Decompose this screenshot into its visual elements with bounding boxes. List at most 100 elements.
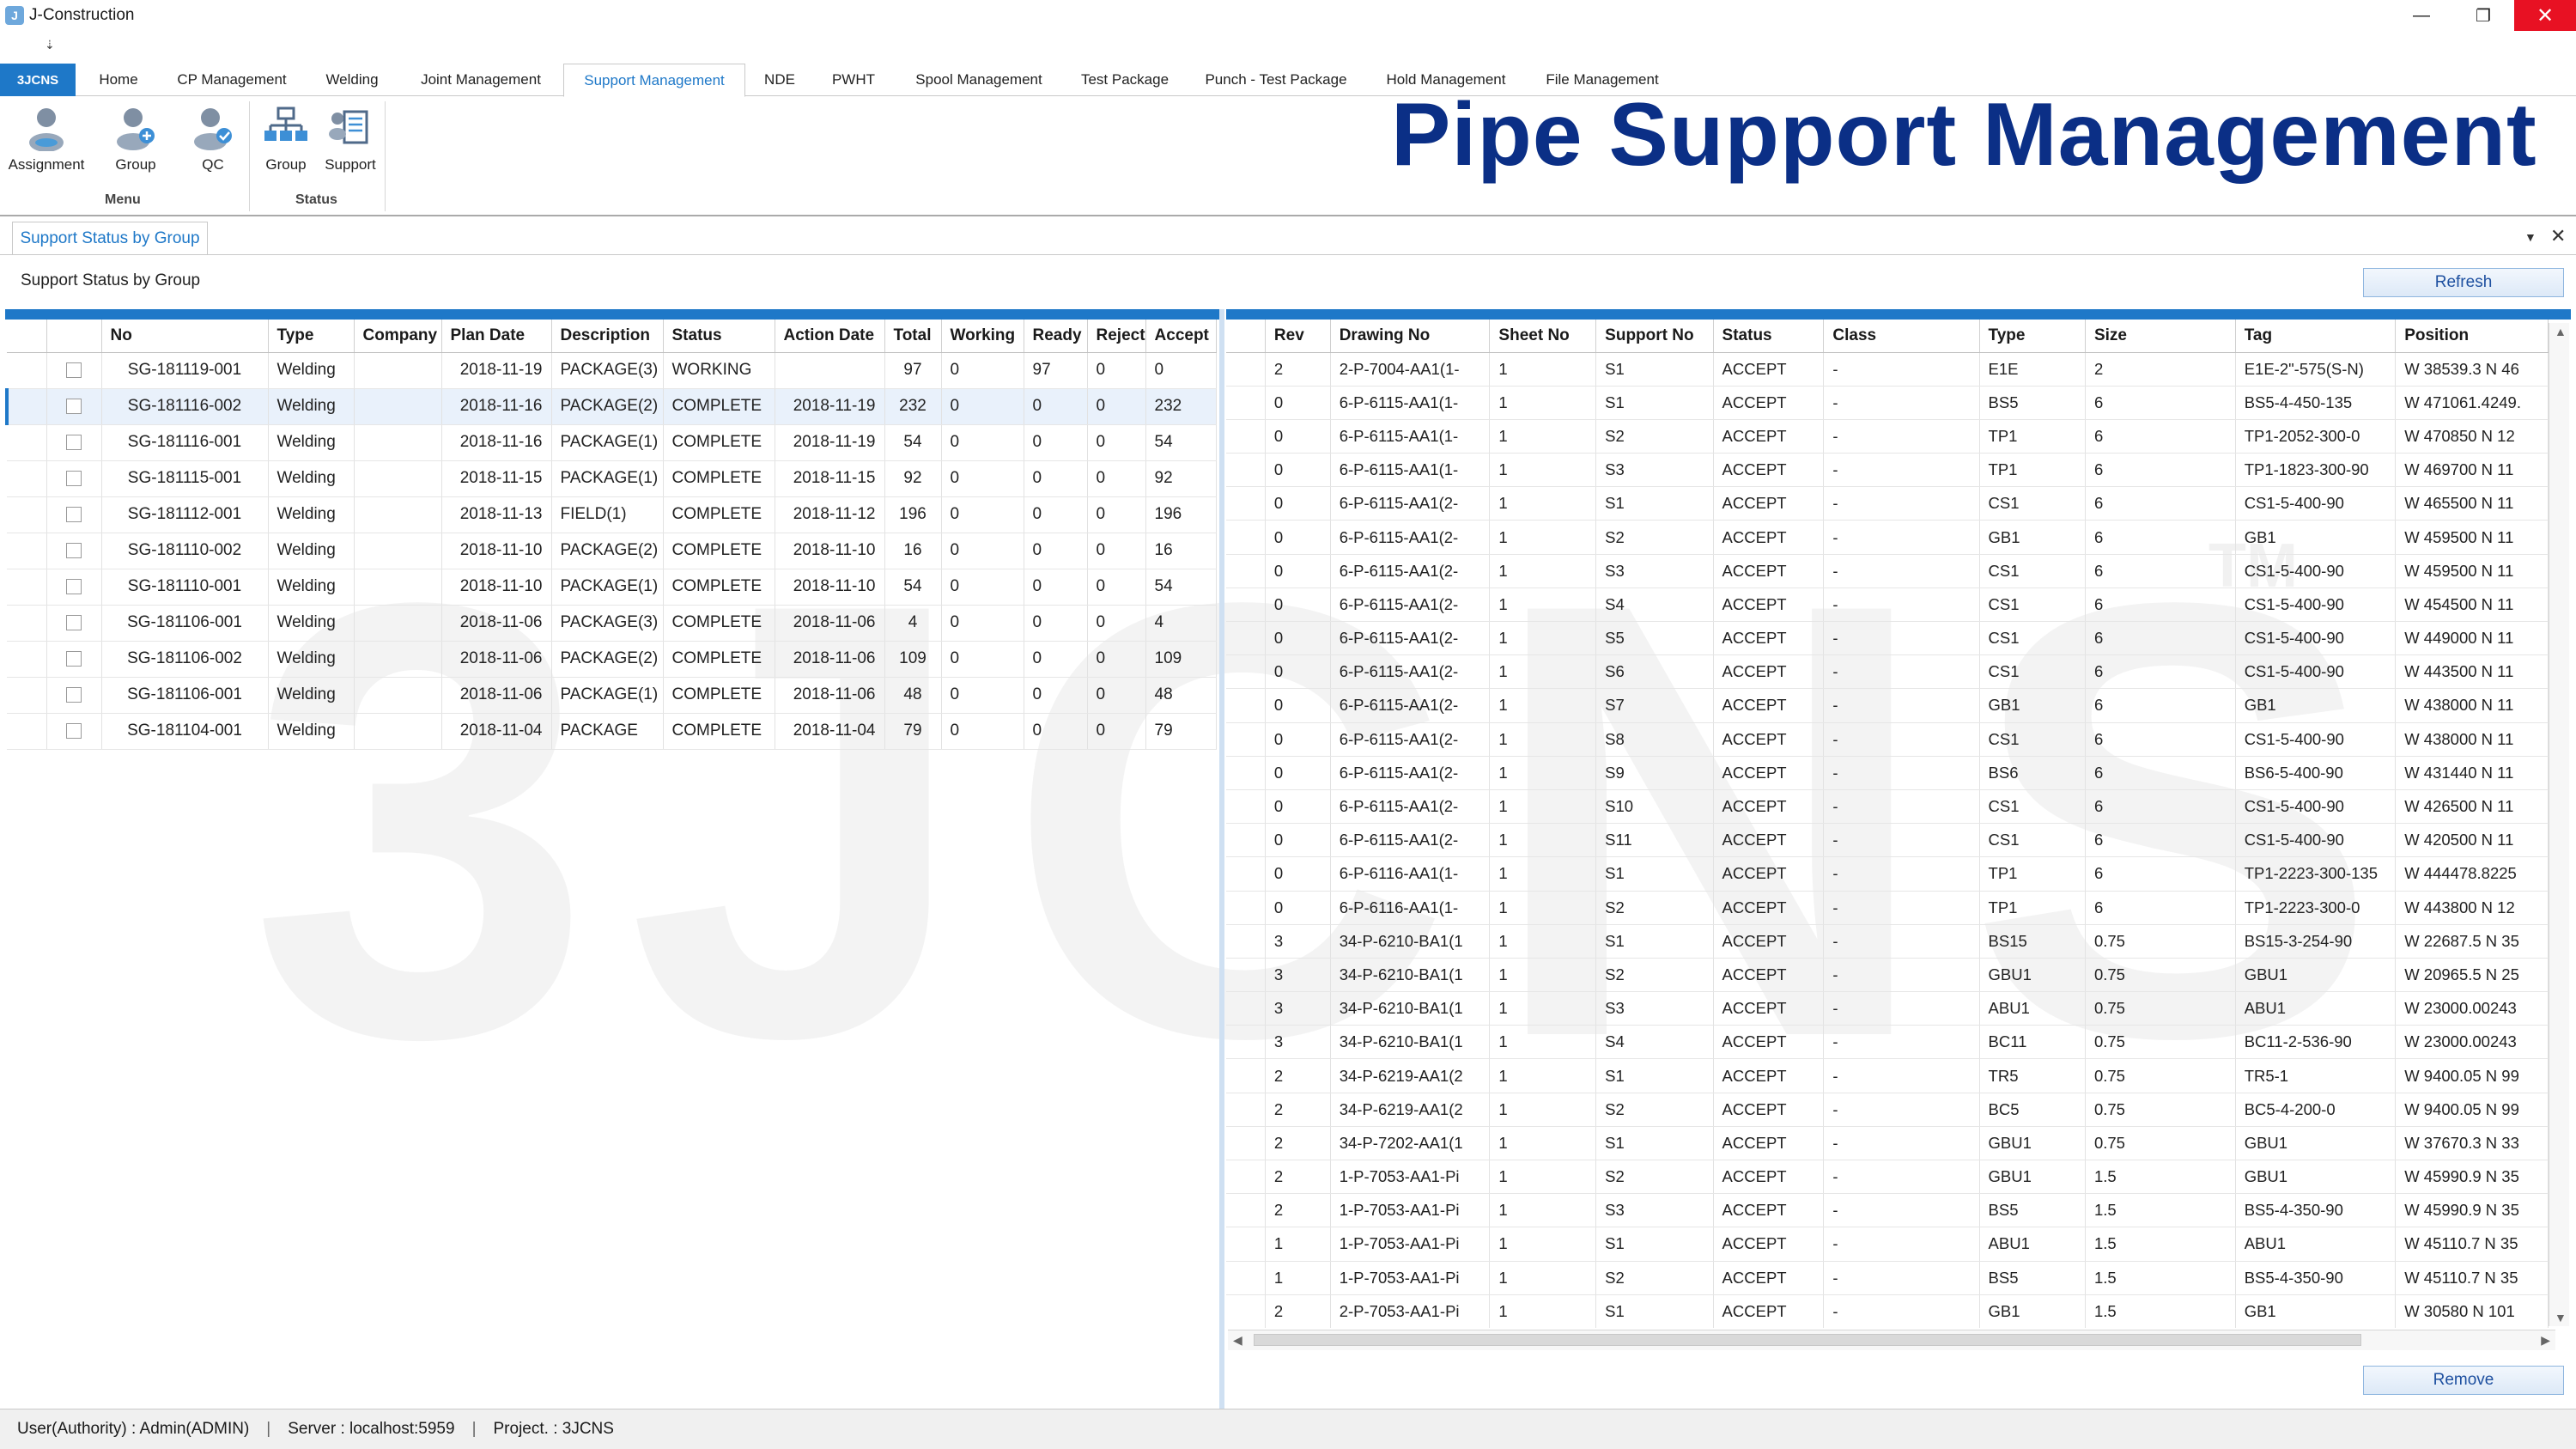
row-indicator[interactable] [1226,486,1266,521]
table-row[interactable]: 3 34-P-6210-BA1(1 1 S2 ACCEPT - GBU1 0.75 GBU1 W … [1226,958,2549,993]
row-indicator[interactable] [1226,1025,1266,1060]
table-row[interactable]: 0 6-P-6116-AA1(1- 1 S2 ACCEPT - TP1 6 TP1-2223-3… [1226,891,2549,925]
table-row[interactable]: SG-181106-001 Welding 2018-11-06 PACKAGE(1)… [7,677,1217,714]
horizontal-scrollbar[interactable]: ◀ ▶ [1228,1330,2555,1350]
row-indicator[interactable] [1226,1160,1266,1195]
col-header-total[interactable]: Total [884,320,942,353]
vertical-scrollbar[interactable]: ▲ ▼ [2549,323,2569,1326]
remove-button[interactable]: Remove [2363,1366,2564,1395]
table-row[interactable]: 2 34-P-6219-AA1(2 1 S2 ACCEPT - BC5 0.75 BC5-4-2… [1226,1093,2549,1127]
col-header-description[interactable]: Description [551,320,664,353]
col-header-class[interactable]: Class [1823,320,1980,353]
table-row[interactable]: 1 1-P-7053-AA1-Pi 1 S2 ACCEPT - BS5 1.5 BS5-4-35… [1226,1261,2549,1295]
row-select-cell[interactable] [46,460,102,497]
row-select-cell[interactable] [46,496,102,533]
row-select-cell[interactable] [46,352,102,389]
col-header-reject[interactable]: Reject [1087,320,1146,353]
row-indicator[interactable] [7,569,47,606]
grid-splitter[interactable] [1219,309,1224,1409]
row-checkbox[interactable] [66,686,82,703]
row-indicator[interactable] [1226,1058,1266,1093]
table-row[interactable]: SG-181110-002 Welding 2018-11-10 PACKAGE(2)… [7,533,1217,569]
table-row[interactable]: 0 6-P-6115-AA1(2- 1 S10 ACCEPT - CS1 6 CS1-5-400… [1226,789,2549,825]
tab-support-status-by-group[interactable]: Support Status by Group [12,222,208,254]
table-row[interactable]: SG-181106-001 Welding 2018-11-06 PACKAGE(3)… [7,605,1217,642]
scroll-up-icon[interactable]: ▲ [2555,325,2567,338]
minimize-icon[interactable]: — [2391,0,2452,31]
tab-3jcns[interactable]: 3JCNS [0,64,76,96]
scroll-down-icon[interactable]: ▼ [2555,1311,2567,1324]
row-indicator[interactable] [1226,419,1266,454]
row-checkbox[interactable] [66,578,82,594]
row-indicator[interactable] [7,677,47,714]
col-header-company[interactable]: Company [354,320,442,353]
row-indicator[interactable] [1226,386,1266,420]
table-row[interactable]: SG-181112-001 Welding 2018-11-13 FIELD(1) CO… [7,496,1217,533]
row-indicator[interactable] [7,641,47,678]
col-header-plan-date[interactable]: Plan Date [441,320,552,353]
table-row[interactable]: SG-181106-002 Welding 2018-11-06 PACKAGE(2)… [7,641,1217,678]
row-indicator[interactable] [1226,1126,1266,1161]
tab-welding[interactable]: Welding [313,64,391,96]
tab-nde[interactable]: NDE [752,64,807,96]
col-header-status[interactable]: Status [663,320,775,353]
table-row[interactable]: 0 6-P-6115-AA1(2- 1 S1 ACCEPT - CS1 6 CS1-5-400-… [1226,486,2549,521]
row-indicator[interactable] [1226,654,1266,690]
table-row[interactable]: SG-181115-001 Welding 2018-11-15 PACKAGE(1)… [7,460,1217,497]
tab-punch-test-package[interactable]: Punch - Test Package [1195,64,1357,96]
table-row[interactable]: SG-181104-001 Welding 2018-11-04 PACKAGE COM… [7,713,1217,750]
col-header-position[interactable]: Position [2395,320,2549,353]
table-row[interactable]: 0 6-P-6115-AA1(1- 1 S2 ACCEPT - TP1 6 TP1-2052-3… [1226,419,2549,454]
tab-home[interactable]: Home [84,64,153,96]
tab-support-management[interactable]: Support Management [563,64,745,97]
close-document-icon[interactable]: ✕ [2550,225,2566,247]
row-indicator[interactable] [1226,924,1266,959]
scroll-left-icon[interactable]: ◀ [1233,1333,1242,1348]
support-status-button[interactable]: Support [307,105,393,182]
table-row[interactable]: SG-181119-001 Welding 2018-11-19 PACKAGE(3)… [7,352,1217,389]
quick-access-toolbar-icon[interactable]: ⇣ [45,38,55,52]
table-row[interactable]: 2 2-P-7053-AA1-Pi 1 S1 ACCEPT - GB1 1.5 GB1 W 305… [1226,1294,2549,1328]
row-select-cell[interactable] [46,388,102,425]
scroll-right-icon[interactable]: ▶ [2541,1333,2550,1348]
col-header-type[interactable]: Type [268,320,355,353]
group-menu-button[interactable]: Group [93,105,179,182]
restore-icon[interactable]: ❐ [2452,0,2514,31]
row-indicator[interactable] [1226,1261,1266,1295]
row-indicator[interactable] [1226,756,1266,790]
row-indicator[interactable] [1226,688,1266,723]
row-indicator[interactable] [7,352,47,389]
row-indicator[interactable] [1226,891,1266,925]
col-header-rev[interactable]: Rev [1265,320,1331,353]
row-select-cell[interactable] [46,533,102,569]
row-checkbox[interactable] [66,434,82,450]
table-row[interactable]: 0 6-P-6115-AA1(2- 1 S11 ACCEPT - CS1 6 CS1-5-400… [1226,823,2549,858]
close-icon[interactable]: ✕ [2514,0,2576,31]
row-checkbox[interactable] [66,398,82,414]
horizontal-scroll-thumb[interactable] [1254,1334,2361,1346]
table-row[interactable]: 0 6-P-6116-AA1(1- 1 S1 ACCEPT - TP1 6 TP1-2223-3… [1226,856,2549,892]
row-indicator[interactable] [7,605,47,642]
row-checkbox[interactable] [66,650,82,667]
table-row[interactable]: 2 34-P-6219-AA1(2 1 S1 ACCEPT - TR5 0.75 TR5-1 W … [1226,1058,2549,1093]
row-select-cell[interactable] [46,677,102,714]
table-row[interactable]: SG-181116-002 Welding 2018-11-16 PACKAGE(2)… [5,388,1217,425]
select-all-header[interactable] [46,320,102,353]
row-indicator[interactable] [1226,520,1266,555]
row-indicator[interactable] [1226,352,1266,387]
table-row[interactable]: SG-181110-001 Welding 2018-11-10 PACKAGE(1)… [7,569,1217,606]
col-header-no[interactable]: No [101,320,269,353]
table-row[interactable]: 0 6-P-6115-AA1(2- 1 S5 ACCEPT - CS1 6 CS1-5-400-… [1226,621,2549,656]
row-indicator[interactable] [1226,1227,1266,1262]
tab-test-package[interactable]: Test Package [1072,64,1178,96]
row-indicator[interactable] [7,496,47,533]
table-row[interactable]: 2 2-P-7004-AA1(1- 1 S1 ACCEPT - E1E 2 E1E-2"-575… [1226,352,2549,387]
tab-pwht[interactable]: PWHT [819,64,888,96]
col-header-ready[interactable]: Ready [1024,320,1088,353]
table-row[interactable]: 0 6-P-6115-AA1(1- 1 S3 ACCEPT - TP1 6 TP1-1823-3… [1226,453,2549,488]
table-row[interactable]: 0 6-P-6115-AA1(1- 1 S1 ACCEPT - BS5 6 BS5-4-450-… [1226,386,2549,420]
row-select-cell[interactable] [46,713,102,750]
col-header-drawing-no[interactable]: Drawing No [1330,320,1491,353]
row-indicator[interactable] [1226,588,1266,623]
row-select-cell[interactable] [46,424,102,461]
